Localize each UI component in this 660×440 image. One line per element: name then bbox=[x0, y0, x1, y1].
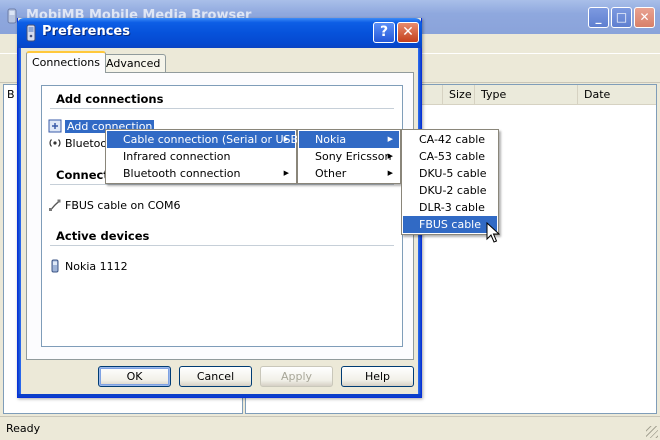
connections-list-box: Add connections Add connection Bluetooth… bbox=[41, 85, 403, 347]
add-connection-icon bbox=[48, 119, 62, 133]
active-device-item[interactable]: Nokia 1112 bbox=[48, 259, 128, 275]
connection-label: FBUS cable on COM6 bbox=[65, 199, 181, 212]
help-title-button[interactable]: ? bbox=[373, 22, 395, 43]
status-text: Ready bbox=[6, 422, 41, 435]
menu-item-fbus[interactable]: FBUS cable bbox=[403, 216, 497, 233]
statusbar: Ready bbox=[0, 416, 660, 440]
menu-item-label: Nokia bbox=[315, 133, 347, 146]
main-close-button[interactable]: ✕ bbox=[634, 7, 655, 28]
mouse-pointer-icon bbox=[486, 222, 500, 243]
section-header-active: Active devices bbox=[56, 229, 150, 243]
dialog-frame-left bbox=[18, 48, 21, 397]
cable-menu: CA-42 cable CA-53 cable DKU-5 cable DKU-… bbox=[401, 129, 499, 235]
submenu-arrow-icon: ▶ bbox=[387, 152, 393, 160]
menu-item-dku5[interactable]: DKU-5 cable bbox=[403, 165, 497, 182]
menu-item-label: Infrared connection bbox=[123, 150, 231, 163]
column-date[interactable]: Date bbox=[577, 85, 657, 105]
submenu-arrow-icon: ▶ bbox=[283, 169, 289, 177]
menu-item-cable-connection[interactable]: Cable connection (Serial or USB) ▶ bbox=[107, 131, 302, 148]
menu-item-label: Bluetooth connection bbox=[123, 167, 241, 180]
manufacturer-menu: Nokia ▶ Sony Ericsson ▶ Other ▶ bbox=[297, 129, 401, 184]
dialog-title: Preferences bbox=[42, 24, 130, 39]
tab-connections[interactable]: Connections bbox=[26, 51, 106, 73]
section-divider bbox=[50, 184, 394, 185]
section-divider bbox=[50, 108, 394, 109]
cable-icon bbox=[49, 199, 61, 211]
section-divider bbox=[50, 245, 394, 246]
column-size[interactable]: Size bbox=[442, 85, 472, 105]
bluetooth-icon bbox=[49, 139, 61, 147]
submenu-arrow-icon: ▶ bbox=[283, 135, 289, 143]
apply-button[interactable]: Apply bbox=[260, 366, 333, 387]
cancel-button[interactable]: Cancel bbox=[179, 366, 252, 387]
connections-tab-panel: Add connections Add connection Bluetooth… bbox=[26, 72, 414, 360]
maximize-button[interactable]: □ bbox=[611, 7, 632, 28]
phone-icon bbox=[51, 259, 59, 273]
submenu-arrow-icon: ▶ bbox=[387, 135, 393, 143]
section-header-add: Add connections bbox=[56, 92, 164, 106]
dialog-frame-bottom bbox=[18, 394, 421, 397]
ok-button[interactable]: OK bbox=[98, 366, 171, 387]
menu-item-nokia[interactable]: Nokia ▶ bbox=[299, 131, 399, 148]
submenu-arrow-icon: ▶ bbox=[387, 169, 393, 177]
help-button[interactable]: Help bbox=[341, 366, 414, 387]
connection-item[interactable]: FBUS cable on COM6 bbox=[48, 198, 181, 214]
tab-advanced[interactable]: Advanced bbox=[100, 54, 167, 72]
resize-grip[interactable] bbox=[646, 426, 658, 438]
left-pane-label: B bbox=[7, 88, 15, 101]
menu-item-sony-ericsson[interactable]: Sony Ericsson ▶ bbox=[299, 148, 399, 165]
menu-item-ca53[interactable]: CA-53 cable bbox=[403, 148, 497, 165]
menu-item-label: Other bbox=[315, 167, 347, 180]
dialog-titlebar[interactable]: Preferences ? ✕ bbox=[17, 18, 422, 48]
dialog-phone-icon bbox=[26, 24, 36, 42]
menu-item-dlr3[interactable]: DLR-3 cable bbox=[403, 199, 497, 216]
menu-item-infrared-connection[interactable]: Infrared connection bbox=[107, 148, 295, 165]
menu-item-ca42[interactable]: CA-42 cable bbox=[403, 131, 497, 148]
menu-item-bluetooth-connection[interactable]: Bluetooth connection ▶ bbox=[107, 165, 295, 182]
menu-item-dku2[interactable]: DKU-2 cable bbox=[403, 182, 497, 199]
dialog-close-button[interactable]: ✕ bbox=[397, 22, 419, 43]
menu-item-label: Cable connection (Serial or USB) bbox=[123, 133, 303, 146]
active-device-label: Nokia 1112 bbox=[65, 260, 128, 273]
column-type[interactable]: Type bbox=[474, 85, 574, 105]
menu-item-other[interactable]: Other ▶ bbox=[299, 165, 399, 182]
minimize-button[interactable]: _ bbox=[588, 7, 609, 28]
preferences-dialog: Preferences ? ✕ Connections Advanced Add… bbox=[17, 18, 422, 398]
connection-type-menu: Cable connection (Serial or USB) ▶ Infra… bbox=[105, 129, 302, 184]
menu-item-label: Sony Ericsson bbox=[315, 150, 392, 163]
